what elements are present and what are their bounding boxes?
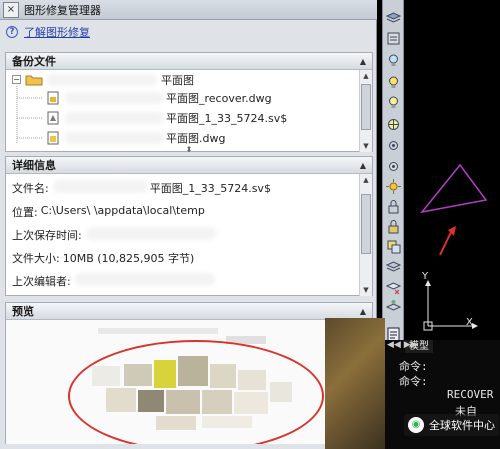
gear-icon[interactable]	[385, 137, 402, 154]
tab-nav-arrows[interactable]: ◀◀ ▶▶	[387, 340, 418, 350]
command-line: 命令:	[399, 375, 428, 388]
layers-icon[interactable]	[385, 8, 402, 25]
panel-title: 图形修复管理器	[24, 3, 101, 17]
details-header[interactable]: 详细信息 ▲	[6, 157, 372, 174]
lock-icon[interactable]	[385, 198, 402, 215]
detail-row-last-editor: 上次编辑者:	[12, 273, 215, 289]
layer-copy-icon[interactable]	[385, 238, 402, 255]
preview-title: 预览	[12, 305, 34, 318]
backup-file-tree: − 平面图 平面图_recover.dwg 平面图_1_33_5724.sv$ …	[6, 70, 372, 152]
detail-row-file-size: 文件大小: 10MB (10,825,905 字节)	[12, 250, 194, 266]
folder-label: 平面图	[161, 73, 194, 87]
lock-icon[interactable]	[385, 218, 402, 235]
layer-state-icon[interactable]	[385, 30, 402, 47]
splitter-grip-icon[interactable]: ⬍	[5, 146, 373, 154]
detail-row-last-saved: 上次保存时间:	[12, 227, 216, 243]
layer-merge-icon[interactable]	[385, 258, 402, 275]
highlight-ellipse	[68, 340, 324, 444]
details-scrollbar[interactable]: ▲ ▼	[359, 174, 372, 296]
file-name: 平面图.dwg	[166, 131, 226, 145]
collapse-up-icon[interactable]: ▲	[360, 161, 366, 170]
ucs-x-label: X	[466, 317, 473, 328]
learn-recovery-link[interactable]: 了解图形修复	[24, 24, 90, 40]
preview-header[interactable]: 预览 ▲	[6, 303, 372, 320]
gear-icon[interactable]	[385, 158, 402, 175]
scroll-thumb[interactable]	[361, 194, 371, 254]
drawing-recovery-manager-panel: × 图形修复管理器 ? 了解图形修复 备份文件 ▲ − 平面图 平面图_reco…	[0, 0, 377, 449]
scroll-up-icon[interactable]: ▲	[360, 174, 372, 186]
sun-icon[interactable]	[385, 178, 402, 195]
folder-icon	[25, 75, 43, 85]
detail-label: 位置:	[12, 206, 38, 219]
details-section: 详细信息 ▲ 文件名: 平面图_1_33_5724.sv$ 位置: C:\Use…	[5, 156, 373, 296]
backup-files-header[interactable]: 备份文件 ▲	[6, 53, 372, 70]
tree-file-row-dwg[interactable]: 平面图.dwg	[46, 130, 225, 145]
wechat-icon: ◉	[408, 417, 424, 433]
command-line: 命令:	[399, 360, 428, 373]
tree-folder-row[interactable]: − 平面图	[12, 72, 194, 87]
detail-label: 文件名:	[12, 182, 49, 195]
bulb-icon[interactable]	[385, 52, 402, 69]
tree-file-row-sv[interactable]: 平面图_1_33_5724.sv$	[46, 110, 287, 125]
preview-section: 预览 ▲	[5, 302, 373, 444]
sv-file-icon	[47, 111, 59, 124]
backup-files-section: 备份文件 ▲ − 平面图 平面图_recover.dwg 平面图_1_33_57…	[5, 52, 373, 152]
arrow-line	[439, 229, 453, 256]
tree-file-row-recover[interactable]: 平面图_recover.dwg	[46, 90, 272, 105]
ucs-y-label: Y	[422, 271, 429, 282]
detail-value: C:\Users\ \appdata\local\temp	[40, 204, 205, 217]
bulb-icon[interactable]	[385, 94, 402, 111]
watermark: ◉ 全球软件中心	[404, 414, 499, 436]
watermark-text: 全球软件中心	[429, 419, 495, 432]
detail-label: 文件大小:	[12, 252, 60, 265]
scroll-thumb[interactable]	[361, 84, 371, 130]
detail-label: 上次保存时间:	[12, 229, 82, 242]
backup-files-title: 备份文件	[12, 55, 56, 68]
file-name: 平面图_recover.dwg	[166, 91, 272, 105]
detail-label: 上次编辑者:	[12, 275, 71, 288]
detail-value: 平面图_1_33_5724.sv$	[149, 182, 271, 195]
detail-row-filename: 文件名: 平面图_1_33_5724.sv$	[12, 180, 271, 196]
learn-row: ? 了解图形修复	[6, 23, 90, 41]
collapse-up-icon[interactable]: ▲	[360, 307, 366, 316]
scroll-down-icon[interactable]: ▼	[360, 284, 372, 296]
details-body: 文件名: 平面图_1_33_5724.sv$ 位置: C:\Users\ \ap…	[6, 174, 372, 296]
detail-value: 10MB (10,825,905 字节)	[62, 252, 195, 265]
tree-lines	[16, 86, 42, 144]
close-icon[interactable]: ×	[3, 1, 19, 18]
file-name: 平面图_1_33_5724.sv$	[166, 111, 288, 125]
details-title: 详细信息	[12, 159, 56, 172]
scroll-up-icon[interactable]: ▲	[360, 70, 372, 82]
overlay-illustration	[325, 318, 385, 449]
freeze-icon[interactable]	[385, 116, 402, 133]
dwg-file-icon	[47, 131, 59, 144]
layer-walk-icon[interactable]	[385, 298, 402, 315]
expander-minus-icon[interactable]: −	[12, 75, 21, 84]
collapse-up-icon[interactable]: ▲	[360, 57, 366, 66]
layer-delete-icon[interactable]	[385, 278, 402, 295]
backup-scrollbar[interactable]: ▲ ▼	[359, 70, 372, 152]
panel-titlebar: × 图形修复管理器	[0, 0, 377, 20]
preview-thumbnail	[6, 320, 372, 444]
triangle-shape	[420, 163, 488, 214]
detail-row-location: 位置: C:\Users\ \appdata\local\temp	[12, 204, 205, 220]
command-line: RECOVER	[447, 388, 494, 401]
help-icon: ?	[6, 26, 18, 38]
dwg-file-icon	[47, 91, 59, 104]
bulb-icon[interactable]	[385, 74, 402, 91]
